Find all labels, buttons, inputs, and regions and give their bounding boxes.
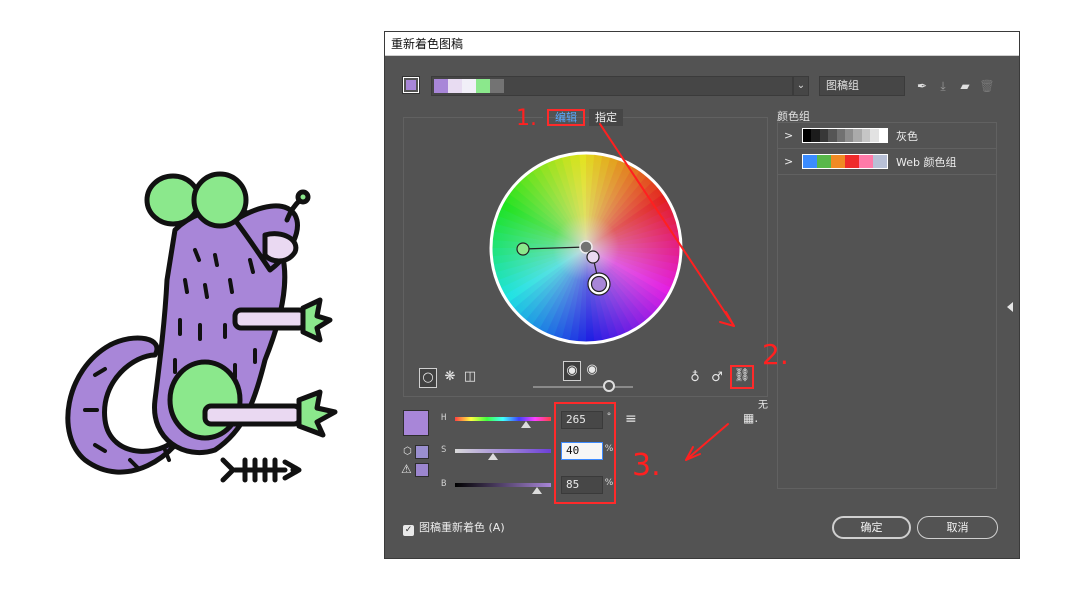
- color-marker-green: [516, 242, 530, 256]
- rat-hand-upper: [300, 297, 333, 343]
- group-color-swatch: [803, 129, 812, 142]
- active-color-swatch[interactable]: [403, 410, 429, 436]
- brightness-slider-track[interactable]: [533, 386, 633, 388]
- trash-icon[interactable]: 🗑: [979, 78, 995, 94]
- current-color-fill: [406, 80, 416, 90]
- show-brightness-icon[interactable]: ◉: [583, 361, 601, 381]
- color-bars-icon[interactable]: ◫: [461, 368, 479, 388]
- color-group-row[interactable]: > Web 颜色组: [778, 149, 996, 175]
- hue-slider[interactable]: [455, 417, 551, 421]
- show-saturation-icon[interactable]: ◉: [563, 361, 581, 381]
- rat-foot: [296, 389, 338, 438]
- saturation-slider-thumb[interactable]: [488, 453, 499, 460]
- recolor-artwork-dialog: 重新着色图稿 ⌄ 图稿组 ✒ ⤓ ▰ 🗑 编辑 指定 ○ ❋ ◫ ◉ ◉ ♁ ♂…: [384, 31, 1020, 559]
- color-group-row[interactable]: > 灰色: [778, 123, 996, 149]
- color-group-name-field[interactable]: 图稿组: [819, 76, 905, 96]
- group-color-swatch: [870, 129, 879, 142]
- group-color-swatch: [811, 129, 820, 142]
- tab-edit[interactable]: 编辑: [547, 109, 585, 126]
- fish-bone: [220, 457, 302, 483]
- saturation-slider[interactable]: [455, 449, 551, 453]
- segmented-wheel-icon[interactable]: ❋: [441, 368, 459, 388]
- cancel-button[interactable]: 取消: [917, 516, 998, 539]
- mode-tabs: 编辑 指定: [543, 106, 623, 128]
- group-color-swatch: [859, 155, 873, 168]
- remove-color-tool-icon[interactable]: ♂: [709, 369, 725, 389]
- rat-ear-left: [144, 173, 202, 227]
- chevron-down-icon[interactable]: ⌄: [793, 76, 809, 96]
- hue-slider-thumb[interactable]: [521, 421, 532, 428]
- tab-assign[interactable]: 指定: [589, 109, 623, 126]
- rat-illustration: [65, 171, 338, 483]
- group-color-swatch: [803, 155, 817, 168]
- rat-ear-right: [191, 171, 249, 229]
- web-safe-swatch[interactable]: [415, 445, 429, 459]
- rat-mouth: [262, 231, 299, 264]
- add-color-tool-icon[interactable]: ♁: [687, 369, 703, 389]
- rat-leg: [202, 403, 303, 427]
- group-swatches: [802, 154, 888, 169]
- saturation-label: S: [441, 445, 447, 455]
- brightness-slider-thumb-hsb[interactable]: [531, 487, 542, 494]
- annotation-one: 1.: [516, 106, 537, 131]
- current-color-swatch[interactable]: [402, 76, 420, 94]
- hsb-values-highlight: [554, 402, 616, 504]
- toolbar: ⌄ 图稿组 ✒ ⤓ ▰ 🗑: [385, 74, 1019, 98]
- ok-button[interactable]: 确定: [832, 516, 911, 539]
- brightness-label: B: [441, 479, 447, 489]
- strip-color-swatch[interactable]: [490, 79, 504, 93]
- group-color-swatch: [853, 129, 862, 142]
- dialog-title: 重新着色图稿: [385, 32, 1019, 56]
- hue-label: H: [441, 413, 447, 423]
- artwork-color-strip[interactable]: [431, 76, 793, 96]
- chevron-right-icon[interactable]: >: [784, 155, 793, 168]
- none-label: 无: [758, 400, 768, 411]
- group-label: 灰色: [896, 130, 918, 143]
- group-color-swatch: [819, 129, 829, 142]
- cube-icon: ⬡: [403, 446, 412, 457]
- color-wheel[interactable]: [488, 150, 684, 346]
- group-color-swatch: [828, 129, 837, 142]
- rat-nose: [295, 189, 311, 205]
- hsb-menu-icon[interactable]: ≡: [625, 411, 637, 427]
- group-label: Web 颜色组: [896, 156, 957, 169]
- recolor-artwork-checkbox[interactable]: ✓ 图稿重新着色 (A): [403, 519, 505, 536]
- group-color-swatch: [878, 129, 888, 142]
- hsb-controls: ⬡ ⚠ H 265 ° ≡ S 40 % B 85 % 无 ▦.: [385, 400, 785, 512]
- warning-icon: ⚠: [401, 462, 412, 476]
- chevron-right-icon[interactable]: >: [784, 129, 793, 142]
- color-table-icon[interactable]: ▦.: [743, 411, 758, 425]
- group-swatches: [802, 128, 888, 143]
- color-groups-panel: > 灰色 > Web 颜色组: [777, 122, 997, 489]
- group-color-swatch: [845, 129, 854, 142]
- strip-color-swatch[interactable]: [462, 79, 476, 93]
- folder-icon[interactable]: ▰: [957, 78, 973, 94]
- eyedropper-icon[interactable]: ✒: [914, 78, 930, 94]
- group-color-swatch: [873, 155, 887, 168]
- checkbox-checked-icon[interactable]: ✓: [403, 525, 414, 536]
- annotation-three: 3.: [632, 448, 661, 483]
- out-of-gamut-swatch[interactable]: [415, 463, 429, 477]
- group-color-swatch: [817, 155, 831, 168]
- strip-color-swatch[interactable]: [476, 79, 490, 93]
- expand-panel-icon[interactable]: [1007, 302, 1013, 312]
- rat-thigh: [167, 359, 243, 441]
- strip-color-swatch[interactable]: [448, 79, 462, 93]
- brightness-slider-thumb[interactable]: [603, 380, 615, 392]
- group-color-swatch: [836, 129, 846, 142]
- recolor-label: 图稿重新着色 (A): [419, 521, 505, 534]
- group-color-swatch: [861, 129, 871, 142]
- rat-arm-upper: [232, 307, 308, 331]
- strip-color-swatch[interactable]: [434, 79, 448, 93]
- group-color-swatch: [845, 155, 859, 168]
- color-marker-light: [586, 250, 600, 264]
- save-group-icon[interactable]: ⤓: [935, 78, 951, 94]
- link-harmony-colors-icon[interactable]: ⛓: [730, 365, 754, 389]
- smooth-wheel-icon[interactable]: ○: [419, 368, 437, 388]
- annotation-two: 2.: [762, 338, 789, 371]
- group-color-swatch: [831, 155, 845, 168]
